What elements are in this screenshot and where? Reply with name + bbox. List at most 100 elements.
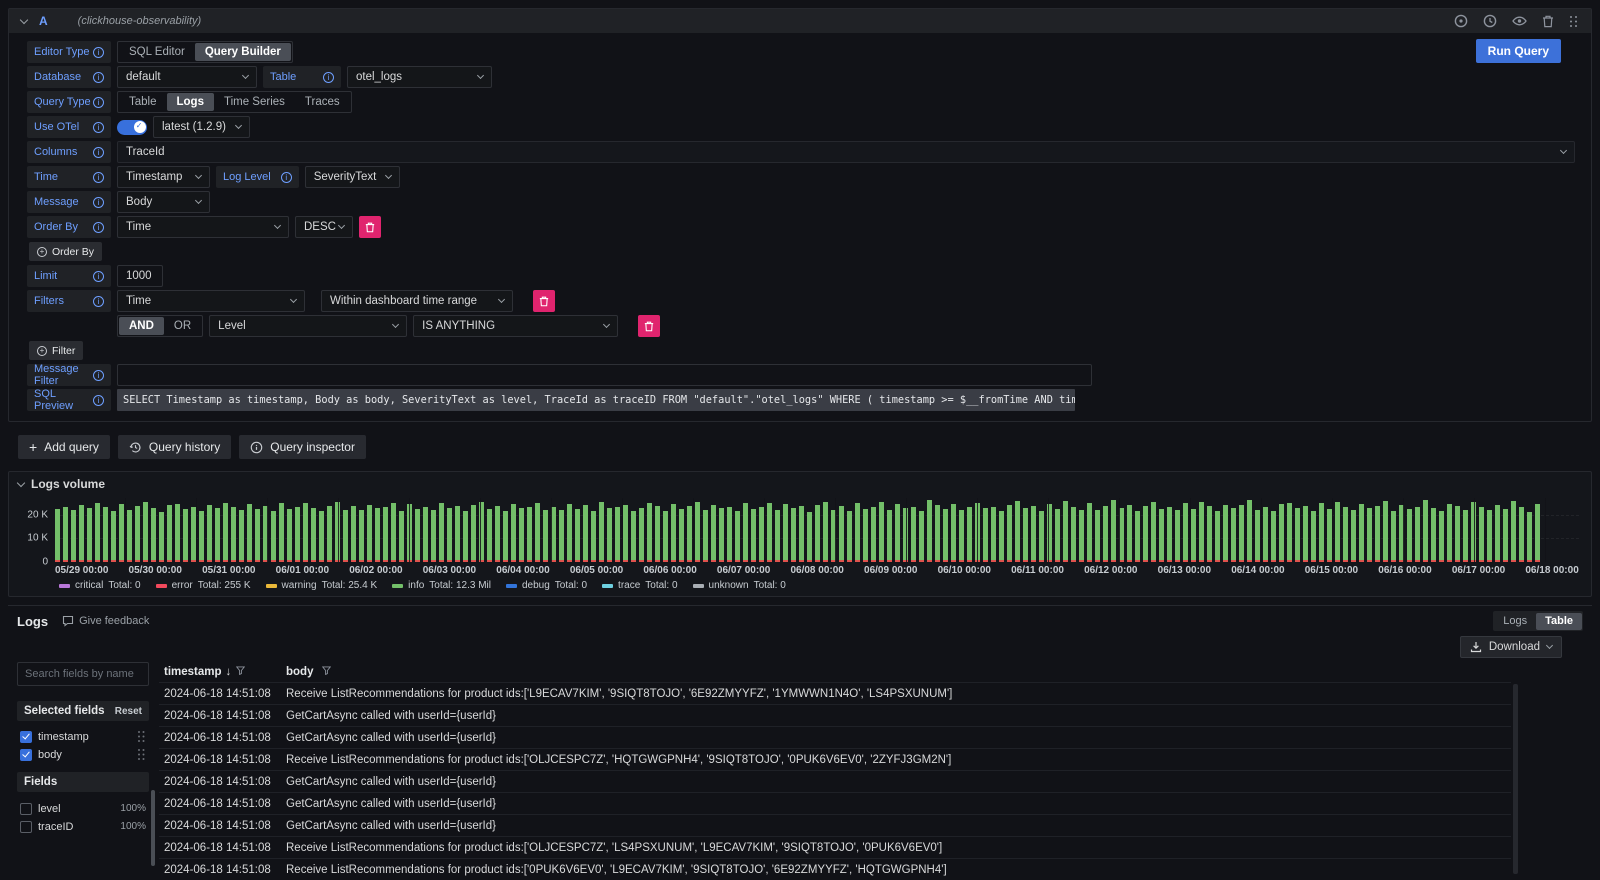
message-filter-input[interactable] bbox=[117, 364, 1092, 386]
download-button[interactable]: Download bbox=[1460, 636, 1562, 658]
filter-funnel-icon[interactable] bbox=[322, 666, 331, 675]
table-select[interactable]: otel_logs bbox=[347, 66, 492, 88]
timestamp-column-header[interactable]: timestamp↓ bbox=[159, 666, 281, 678]
legend-item-critical[interactable]: criticalTotal: 0 bbox=[59, 580, 141, 591]
remove-order-by-button[interactable] bbox=[359, 216, 381, 238]
available-fields-list: level100%traceID100% bbox=[17, 800, 149, 835]
logs-volume-header[interactable]: Logs volume bbox=[9, 472, 1591, 496]
timestamp-cell: 2024-06-18 14:51:08 bbox=[159, 798, 281, 810]
run-query-button[interactable]: Run Query bbox=[1476, 39, 1561, 63]
use-otel-toggle[interactable] bbox=[117, 120, 147, 135]
table-scrollbar[interactable] bbox=[1513, 684, 1518, 874]
volume-bar bbox=[351, 506, 356, 562]
field-drag-handle-icon[interactable] bbox=[138, 749, 146, 761]
legend-item-trace[interactable]: traceTotal: 0 bbox=[602, 580, 677, 591]
log-level-select[interactable]: SeverityText bbox=[305, 166, 400, 188]
filter-field-select[interactable]: Time bbox=[117, 290, 305, 312]
volume-bar bbox=[543, 510, 548, 562]
reset-fields-button[interactable]: Reset bbox=[115, 706, 142, 717]
remove-query-trash-icon[interactable] bbox=[1542, 15, 1554, 28]
table-row[interactable]: 2024-06-18 14:51:08GetCartAsync called w… bbox=[159, 814, 1511, 836]
add-filter-button[interactable]: Filter bbox=[29, 341, 83, 360]
table-row[interactable]: 2024-06-18 14:51:08Receive ListRecommend… bbox=[159, 858, 1511, 880]
message-column-select[interactable]: Body bbox=[117, 191, 210, 213]
legend-item-unknown[interactable]: unknownTotal: 0 bbox=[693, 580, 786, 591]
query-history-icon[interactable] bbox=[1483, 14, 1497, 28]
info-icon[interactable] bbox=[93, 97, 104, 108]
columns-multiselect[interactable]: TraceId bbox=[117, 141, 1575, 163]
table-row[interactable]: 2024-06-18 14:51:08Receive ListRecommend… bbox=[159, 748, 1511, 770]
help-circle-icon[interactable] bbox=[1454, 14, 1468, 28]
editor-type-option-sql-editor[interactable]: SQL Editor bbox=[119, 43, 195, 61]
info-icon[interactable] bbox=[93, 296, 104, 307]
filter2-operator-select[interactable]: IS ANYTHING bbox=[413, 315, 618, 337]
volume-bar bbox=[327, 506, 332, 562]
table-row[interactable]: 2024-06-18 14:51:08GetCartAsync called w… bbox=[159, 726, 1511, 748]
table-row[interactable]: 2024-06-18 14:51:08GetCartAsync called w… bbox=[159, 704, 1511, 726]
editor-type-option-query-builder[interactable]: Query Builder bbox=[195, 43, 291, 61]
query-type-option-logs[interactable]: Logs bbox=[167, 93, 214, 111]
and-or-radio-group: ANDOR bbox=[117, 315, 203, 337]
query-type-option-traces[interactable]: Traces bbox=[295, 93, 350, 111]
info-icon[interactable] bbox=[93, 222, 104, 233]
table-row[interactable]: 2024-06-18 14:51:08Receive ListRecommend… bbox=[159, 836, 1511, 858]
view-option-logs[interactable]: Logs bbox=[1494, 613, 1536, 630]
field-checkbox-checked[interactable] bbox=[20, 749, 32, 761]
info-icon[interactable] bbox=[93, 370, 104, 381]
query-type-option-time-series[interactable]: Time Series bbox=[214, 93, 295, 111]
volume-bar bbox=[647, 503, 652, 562]
drag-handle-icon[interactable] bbox=[1569, 15, 1579, 27]
info-icon[interactable] bbox=[93, 395, 104, 406]
sidebar-scrollbar[interactable] bbox=[151, 790, 155, 866]
order-by-field-select[interactable]: Time bbox=[117, 216, 289, 238]
filter-operator-select[interactable]: Within dashboard time range bbox=[321, 290, 513, 312]
time-column-select[interactable]: Timestamp bbox=[117, 166, 210, 188]
legend-item-debug[interactable]: debugTotal: 0 bbox=[506, 580, 587, 591]
info-icon[interactable] bbox=[93, 271, 104, 282]
info-icon[interactable] bbox=[323, 72, 334, 83]
conjunction-option-or[interactable]: OR bbox=[164, 317, 201, 335]
filter2-field-select[interactable]: Level bbox=[209, 315, 407, 337]
conjunction-option-and[interactable]: AND bbox=[119, 317, 164, 335]
volume-bar bbox=[447, 508, 452, 562]
database-select[interactable]: default bbox=[117, 66, 257, 88]
remove-filter2-button[interactable] bbox=[638, 315, 660, 337]
info-icon[interactable] bbox=[93, 122, 104, 133]
legend-item-info[interactable]: infoTotal: 12.3 Mil bbox=[392, 580, 491, 591]
info-icon[interactable] bbox=[93, 197, 104, 208]
order-by-row: Order By Time DESC bbox=[27, 216, 1591, 238]
limit-input[interactable] bbox=[117, 265, 163, 287]
table-row[interactable]: 2024-06-18 14:51:08GetCartAsync called w… bbox=[159, 770, 1511, 792]
field-checkbox-unchecked[interactable] bbox=[20, 803, 32, 815]
view-option-table[interactable]: Table bbox=[1536, 613, 1582, 630]
info-icon[interactable] bbox=[93, 147, 104, 158]
add-query-button[interactable]: +Add query bbox=[18, 435, 110, 459]
selected-fields-header: Selected fields Reset bbox=[17, 701, 149, 721]
table-row[interactable]: 2024-06-18 14:51:08GetCartAsync called w… bbox=[159, 792, 1511, 814]
field-drag-handle-icon[interactable] bbox=[138, 731, 146, 743]
legend-item-warning[interactable]: warningTotal: 25.4 K bbox=[266, 580, 378, 591]
query-inspector-button[interactable]: Query inspector bbox=[239, 435, 366, 459]
query-history-button[interactable]: Query history bbox=[118, 435, 231, 459]
info-icon[interactable] bbox=[93, 72, 104, 83]
volume-bar bbox=[799, 506, 804, 562]
sort-desc-icon[interactable]: ↓ bbox=[226, 666, 232, 678]
order-by-direction-select[interactable]: DESC bbox=[295, 216, 353, 238]
give-feedback-link[interactable]: Give feedback bbox=[62, 615, 149, 627]
info-icon[interactable] bbox=[281, 172, 292, 183]
query-type-option-table[interactable]: Table bbox=[119, 93, 167, 111]
hide-response-eye-icon[interactable] bbox=[1512, 15, 1527, 27]
table-row[interactable]: 2024-06-18 14:51:08Receive ListRecommend… bbox=[159, 682, 1511, 704]
legend-item-error[interactable]: errorTotal: 255 K bbox=[156, 580, 251, 591]
x-axis-tick: 06/08 00:00 bbox=[790, 565, 843, 576]
info-icon[interactable] bbox=[93, 172, 104, 183]
remove-filter-button[interactable] bbox=[533, 290, 555, 312]
filter-funnel-icon[interactable] bbox=[236, 666, 245, 675]
info-icon[interactable] bbox=[93, 47, 104, 58]
collapse-chevron-icon[interactable] bbox=[20, 15, 28, 23]
add-order-by-button[interactable]: Order By bbox=[29, 242, 102, 261]
field-checkbox-checked[interactable] bbox=[20, 731, 32, 743]
otel-version-select[interactable]: latest (1.2.9) bbox=[153, 116, 250, 138]
body-column-header[interactable]: body bbox=[281, 666, 1511, 678]
search-fields-input[interactable] bbox=[17, 662, 149, 686]
